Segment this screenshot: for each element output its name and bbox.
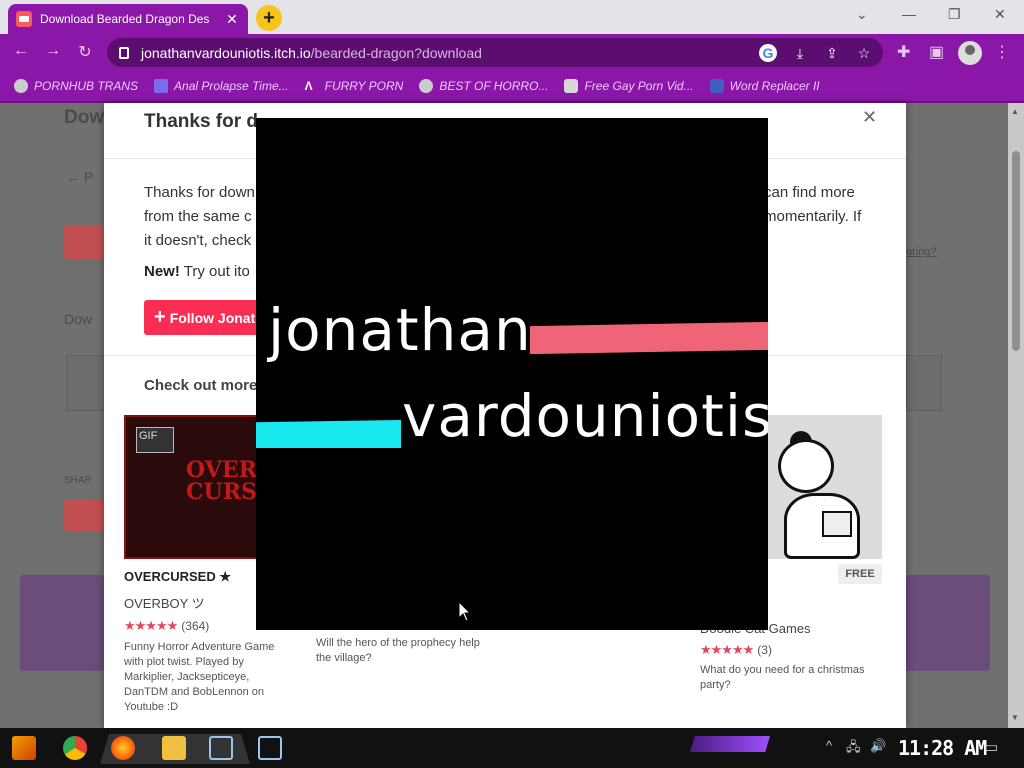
virtualbox-icon[interactable] xyxy=(258,736,282,760)
bookmark-item[interactable]: BEST OF HORRO... xyxy=(419,79,548,93)
lambda-icon: Λ xyxy=(304,79,313,93)
panda-head xyxy=(778,439,834,493)
restore-button[interactable]: ❐ xyxy=(948,6,961,23)
share-icon[interactable]: ⇪ xyxy=(823,44,841,62)
star-rating-icon: ★★★★★ xyxy=(124,618,178,633)
bracket-icon xyxy=(154,79,169,93)
menu-dots-icon[interactable]: ⋮ xyxy=(994,42,1010,62)
bg-banner-right xyxy=(906,575,990,671)
star-rating-icon: ★★★★★ xyxy=(700,642,754,657)
modal-body-text-right: can find more momentarily. If xyxy=(764,184,862,225)
bg-heading: Dow xyxy=(64,107,105,128)
notifications-icon[interactable]: ▭ xyxy=(984,738,998,756)
bg-label: Dow xyxy=(64,311,93,327)
page-scrollbar[interactable]: ▲ ▼ xyxy=(1008,103,1024,728)
forward-arrow-icon[interactable]: → xyxy=(42,42,64,60)
start-menu-icon[interactable] xyxy=(12,736,36,760)
browser-tab-active[interactable]: Download Bearded Dragon Des ✕ xyxy=(8,4,248,34)
url-host: jonathanvardouniotis.itch.io xyxy=(141,44,311,61)
sidepanel-icon[interactable]: ▣ xyxy=(929,42,944,62)
globe-icon xyxy=(419,79,434,93)
profile-avatar[interactable] xyxy=(958,41,982,65)
cyan-stripe xyxy=(256,420,401,448)
bg-share-button xyxy=(64,499,104,531)
chrome-icon[interactable] xyxy=(63,736,87,760)
browser-toolbar: ← → ↻ jonathanvardouniotis.itch.io/beard… xyxy=(0,34,1024,71)
minimize-button[interactable]: — xyxy=(902,6,916,22)
bookmark-item[interactable]: PORNHUB TRANS xyxy=(14,79,138,93)
bookmark-item[interactable]: Free Gay Porn Vid... xyxy=(564,79,694,93)
bg-download-button xyxy=(64,225,104,259)
wr-icon xyxy=(709,79,724,93)
install-icon[interactable]: ⤓ xyxy=(791,44,809,62)
game-description: What do you need for a christmas party? xyxy=(700,664,865,691)
virtualbox-icon[interactable] xyxy=(209,736,233,760)
bg-box-left xyxy=(66,355,106,411)
tab-title: Download Bearded Dragon Des xyxy=(40,12,210,26)
tab-close-icon[interactable]: ✕ xyxy=(224,11,240,28)
taskbar-clock[interactable]: 11:28 AM xyxy=(898,736,987,760)
scroll-up-icon[interactable]: ▲ xyxy=(1011,107,1019,116)
game-description: Funny Horror Adventure Game with plot tw… xyxy=(124,641,275,713)
pink-stripe xyxy=(530,321,768,355)
itch-favicon-icon xyxy=(16,11,32,27)
bookmark-item[interactable]: Word Replacer II xyxy=(709,79,820,93)
overlay-name-first: jonathan xyxy=(268,296,532,364)
reload-icon[interactable]: ↻ xyxy=(74,42,96,62)
lock-icon xyxy=(119,46,129,59)
url-path: /bearded-dragon?download xyxy=(310,44,482,61)
plus-icon: + xyxy=(154,306,166,328)
volume-icon[interactable]: 🔊 xyxy=(870,738,886,754)
extensions-icon[interactable]: ✚ xyxy=(897,42,910,62)
taskbar-accent xyxy=(690,736,770,752)
browser-titlebar: Download Bearded Dragon Des ✕ + ⌄ — ❐ ✕ xyxy=(0,0,1024,34)
bookmark-item[interactable]: Λ FURRY PORN xyxy=(305,79,404,93)
scroll-thumb[interactable] xyxy=(1012,151,1020,351)
gif-badge: GIF xyxy=(136,427,174,453)
mascot-icon xyxy=(564,79,579,93)
gift-icon xyxy=(822,511,852,537)
modal-close-button[interactable]: ✕ xyxy=(862,107,877,128)
modal-title: Thanks for d xyxy=(144,111,259,132)
tab-search-icon[interactable]: ⌄ xyxy=(856,6,868,23)
bg-link: aring? xyxy=(906,246,937,258)
bg-share-label: SHAR xyxy=(64,475,92,486)
check-out-heading: Check out more xyxy=(144,377,258,394)
bookmark-item[interactable]: Anal Prolapse Time... xyxy=(154,79,289,93)
file-explorer-icon[interactable] xyxy=(162,736,186,760)
tray-expand-icon[interactable]: ^ xyxy=(826,738,832,753)
bg-back-link: ← P xyxy=(66,169,94,185)
scroll-down-icon[interactable]: ▼ xyxy=(1011,713,1019,722)
google-icon[interactable]: G xyxy=(759,44,777,62)
firefox-icon[interactable] xyxy=(111,736,135,760)
new-promo: New! Try out ito xyxy=(144,263,250,280)
intro-video-overlay[interactable]: jonathan vardouniotis xyxy=(256,118,768,630)
bg-banner-left xyxy=(20,575,104,671)
new-tab-button[interactable]: + xyxy=(256,5,282,31)
address-bar[interactable]: jonathanvardouniotis.itch.io/bearded-dra… xyxy=(107,38,883,67)
close-window-button[interactable]: ✕ xyxy=(994,6,1006,23)
bookmark-star-icon[interactable]: ☆ xyxy=(855,44,873,62)
game-card-2[interactable]: Will the hero of the prophecy help the v… xyxy=(316,630,480,666)
overlay-name-last: vardouniotis xyxy=(402,382,768,450)
network-icon[interactable]: 🖧 xyxy=(846,738,861,760)
bg-box-right xyxy=(906,355,942,411)
game-description: Will the hero of the prophecy help the v… xyxy=(316,637,480,664)
game-rating: ★★★★★ (3) xyxy=(700,642,772,657)
bookmarks-bar: PORNHUB TRANS Anal Prolapse Time... Λ FUR… xyxy=(0,71,1024,101)
free-badge: FREE xyxy=(838,564,882,584)
mouse-cursor-icon xyxy=(458,601,472,622)
globe-icon xyxy=(14,79,28,93)
back-arrow-icon[interactable]: ← xyxy=(10,42,32,60)
taskbar: ^ 🖧 🔊 11:28 AM ▭ xyxy=(0,728,1024,768)
